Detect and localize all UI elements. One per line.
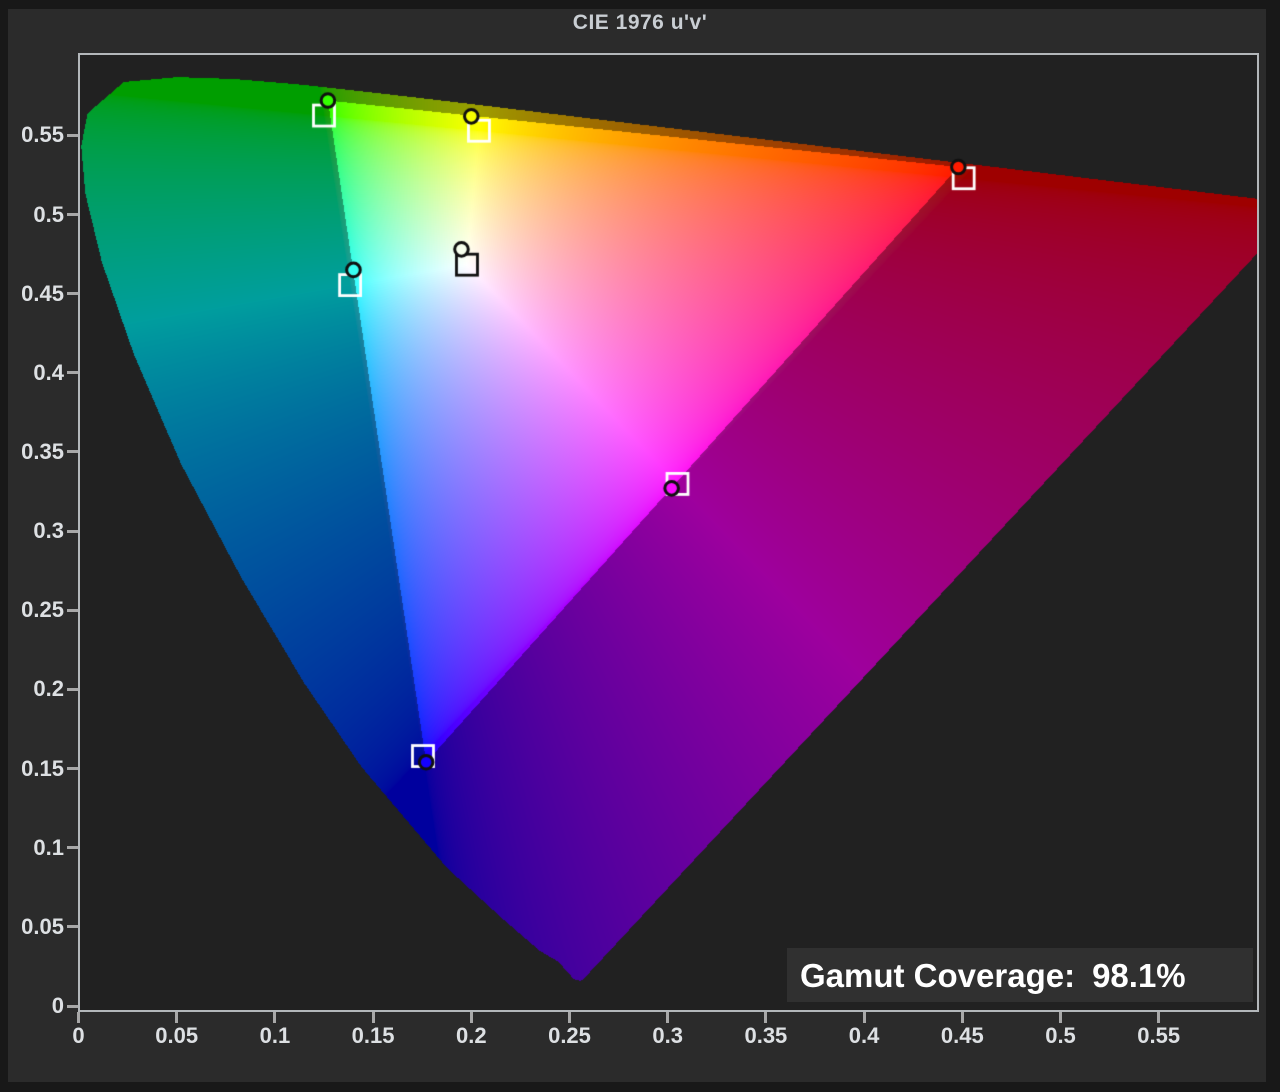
y-axis-tick-label: 0.45: [21, 280, 64, 306]
y-axis-tick: [67, 846, 78, 850]
x-axis-tick-label: 0.55: [1137, 1023, 1181, 1048]
y-axis-tick-label: 0.5: [33, 201, 64, 227]
y-axis-tick: [67, 767, 78, 771]
x-axis-tick: [666, 1012, 670, 1023]
y-axis-tick: [67, 450, 78, 454]
x-axis-tick: [469, 1012, 473, 1023]
x-axis-tick: [1059, 1012, 1062, 1023]
x-axis-tick-label: 0.15: [351, 1023, 395, 1048]
x-axis-tick: [77, 1012, 80, 1023]
x-axis-tick-label: 0.5: [1045, 1023, 1076, 1048]
chart-title: CIE 1976 u'v': [572, 11, 708, 34]
x-axis-tick-label: 0.3: [652, 1023, 683, 1048]
x-axis-tick-label: 0.2: [456, 1023, 487, 1048]
x-axis-tick: [568, 1012, 571, 1023]
y-axis-tick: [67, 687, 78, 691]
y-axis-tick-label: 0.3: [33, 518, 64, 544]
y-axis-tick-label: 0: [51, 993, 64, 1018]
y-axis-tick: [67, 133, 78, 137]
gamut-coverage-box: Gamut Coverage: 98.1%: [787, 948, 1253, 1002]
y-axis-tick: [67, 608, 78, 612]
y-axis-tick: [67, 1004, 78, 1008]
x-axis-tick: [862, 1012, 866, 1023]
gamut-coverage-label: Gamut Coverage:: [800, 957, 1076, 994]
x-axis-tick-label: 0.45: [940, 1023, 984, 1048]
x-axis-tick-label: 0.35: [744, 1023, 788, 1048]
x-axis-tick: [273, 1012, 277, 1023]
x-axis-tick: [764, 1012, 768, 1023]
x-axis-tick: [960, 1012, 964, 1023]
chromaticity-canvas: [80, 55, 1257, 1010]
y-axis-tick-label: 0.1: [33, 834, 64, 860]
x-axis-tick-label: 0: [72, 1023, 85, 1048]
y-axis-tick-label: 0.4: [33, 359, 64, 385]
y-axis-tick: [67, 213, 78, 216]
x-axis-tick-label: 0.25: [548, 1023, 591, 1048]
y-axis-tick-label: 0.2: [33, 676, 64, 702]
y-axis-tick-label: 0.05: [21, 913, 64, 939]
y-axis-tick: [67, 371, 78, 375]
y-axis-tick: [67, 292, 78, 296]
y-axis-tick-label: 0.55: [21, 122, 64, 148]
y-axis-tick-label: 0.35: [21, 438, 64, 464]
y-axis-tick-label: 0.25: [21, 597, 64, 623]
cie-1976-chart-window: 0 0.05 0.1 0.15 0.2 0.25 0.3 0.35 0.4 0.45 0.5 0.55…: [0, 0, 1280, 1092]
x-axis-tick-label: 0.4: [848, 1023, 880, 1048]
y-axis-tick-label: 0.15: [21, 755, 64, 781]
x-axis-tick: [175, 1012, 179, 1023]
y-axis-tick: [67, 925, 78, 929]
gamut-coverage-value: 98.1%: [1092, 957, 1186, 994]
x-axis-tick-label: 0.05: [155, 1023, 199, 1048]
plot-frame: [78, 53, 1259, 1012]
x-axis-tick: [1157, 1012, 1161, 1023]
x-axis-tick: [371, 1012, 375, 1023]
x-axis-tick-label: 0.1: [259, 1023, 291, 1048]
y-axis-tick: [67, 529, 78, 533]
